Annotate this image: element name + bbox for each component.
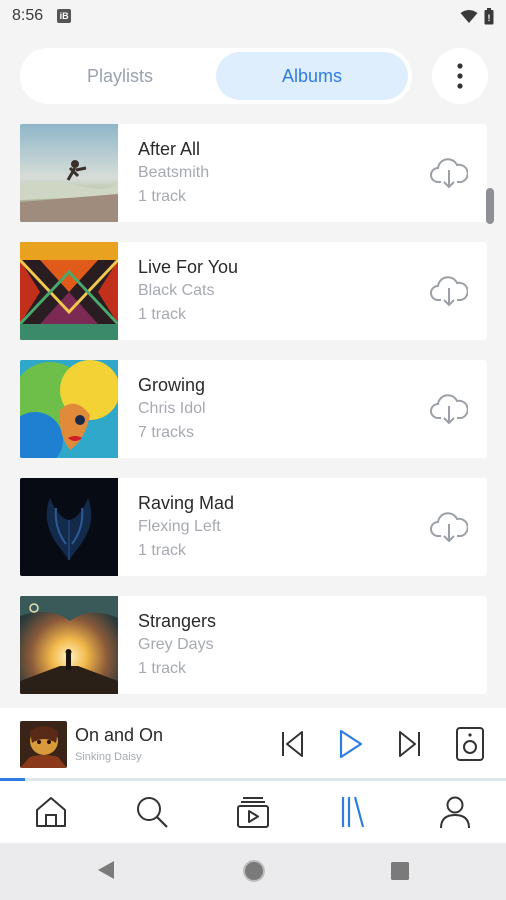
cloud-download-icon[interactable] xyxy=(430,273,468,309)
nav-home[interactable] xyxy=(0,781,101,843)
cloud-download-icon[interactable] xyxy=(430,509,468,545)
album-cover xyxy=(20,596,118,694)
library-segmented-control: Playlists Albums xyxy=(20,48,412,104)
back-icon[interactable] xyxy=(96,859,116,881)
more-options-button[interactable] xyxy=(432,48,488,104)
system-navigation-bar xyxy=(0,843,506,900)
tab-playlists[interactable]: Playlists xyxy=(24,52,216,100)
album-item[interactable]: Strangers Grey Days 1 track xyxy=(20,596,487,694)
bottom-navigation xyxy=(0,781,506,843)
notification-icon: iB xyxy=(57,9,72,23)
status-time: 8:56 xyxy=(12,7,44,24)
album-artist: Grey Days xyxy=(138,636,214,653)
svg-text:!: ! xyxy=(488,13,491,23)
output-device-button[interactable] xyxy=(453,726,487,762)
tab-albums[interactable]: Albums xyxy=(216,52,408,100)
nav-library[interactable] xyxy=(304,781,405,843)
status-icons: ! xyxy=(460,7,494,25)
album-cover xyxy=(20,478,118,576)
album-title: Strangers xyxy=(138,611,217,631)
more-vertical-icon xyxy=(457,63,463,89)
album-list: After All Beatsmith 1 track Live For You… xyxy=(20,124,487,714)
album-cover xyxy=(20,124,118,222)
next-button[interactable] xyxy=(393,726,427,762)
speaker-icon xyxy=(456,727,484,761)
cloud-download-icon[interactable] xyxy=(430,391,468,427)
album-track-count: 1 track xyxy=(138,660,187,677)
now-playing-cover xyxy=(20,721,67,768)
previous-icon xyxy=(282,731,303,757)
nav-search[interactable] xyxy=(101,781,202,843)
now-playing-artist: Sinking Daisy xyxy=(75,751,142,763)
home-circle-icon[interactable] xyxy=(242,859,266,883)
recents-icon[interactable] xyxy=(391,862,409,880)
mini-player[interactable]: On and On Sinking Daisy xyxy=(0,708,506,780)
album-item[interactable]: Raving Mad Flexing Left 1 track xyxy=(20,478,487,576)
now-playing-title: On and On xyxy=(75,725,164,745)
cloud-download-icon[interactable] xyxy=(430,155,468,191)
library-icon xyxy=(342,796,365,828)
album-cover xyxy=(20,360,118,458)
previous-button[interactable] xyxy=(275,726,309,762)
next-icon xyxy=(399,731,420,757)
album-cover xyxy=(20,242,118,340)
status-bar: 8:56 iB ! xyxy=(0,0,506,32)
album-item[interactable]: Growing Chris Idol 7 tracks xyxy=(20,360,487,458)
scrollbar-thumb[interactable] xyxy=(486,188,494,224)
video-library-icon xyxy=(237,797,269,828)
profile-icon xyxy=(440,796,471,829)
home-icon xyxy=(35,797,66,827)
play-icon xyxy=(339,729,363,759)
album-item[interactable]: After All Beatsmith 1 track xyxy=(20,124,487,222)
wifi-icon xyxy=(460,9,478,23)
nav-profile[interactable] xyxy=(405,781,506,843)
search-icon xyxy=(136,797,168,828)
album-item[interactable]: Live For You Black Cats 1 track xyxy=(20,242,487,340)
play-button[interactable] xyxy=(333,726,367,762)
nav-videos[interactable] xyxy=(202,781,303,843)
battery-icon: ! xyxy=(484,7,494,24)
